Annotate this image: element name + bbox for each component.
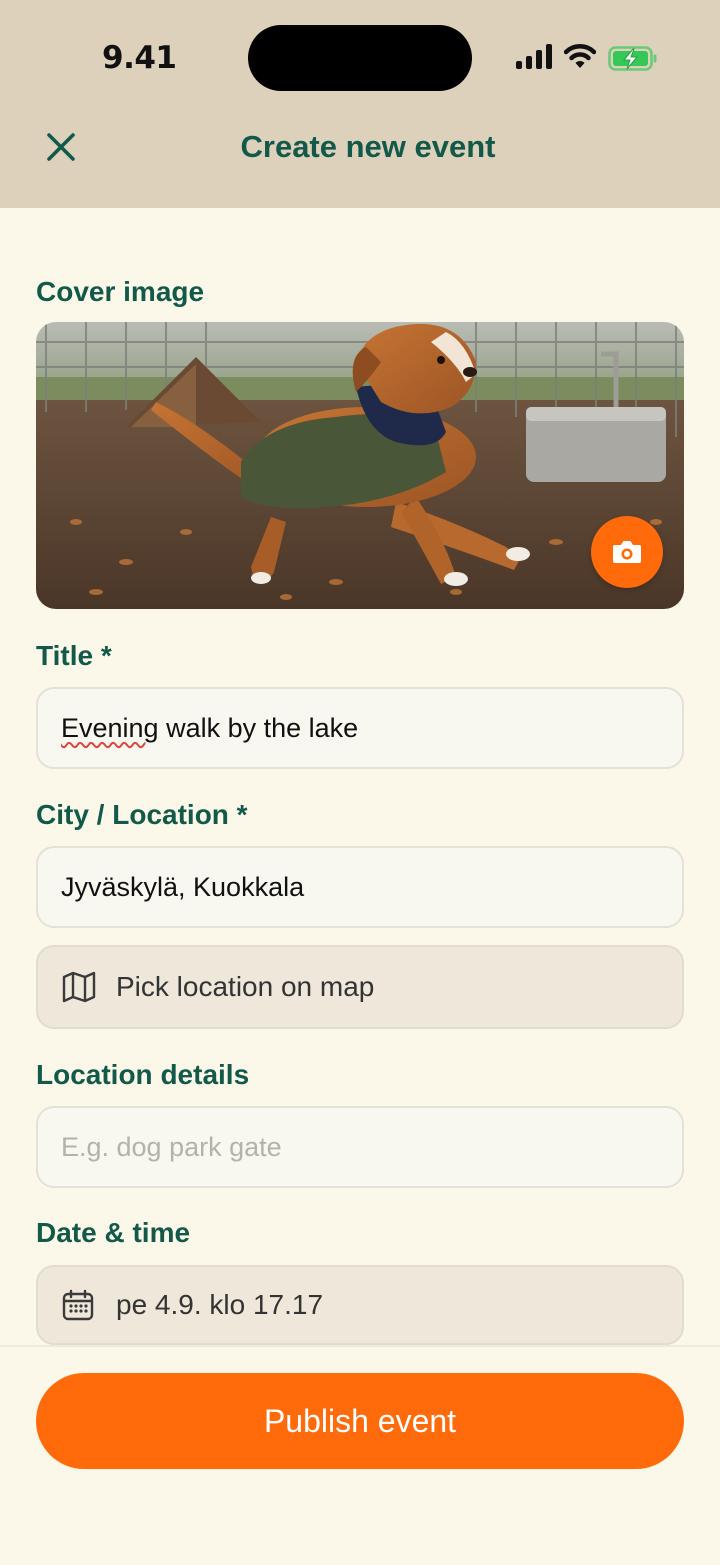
dynamic-island (248, 25, 472, 91)
close-icon (47, 133, 75, 161)
pick-location-label: Pick location on map (116, 971, 375, 1002)
publish-event-button[interactable]: Publish event (36, 1373, 684, 1469)
title-value: walk by the lake (158, 712, 359, 743)
title-label: Title * (36, 640, 112, 671)
location-value: Jyväskylä, Kuokkala (61, 871, 305, 902)
cover-photo (36, 322, 684, 609)
datetime-picker[interactable]: pe 4.9. klo 17.17 (36, 1265, 684, 1345)
datetime-value: pe 4.9. klo 17.17 (116, 1289, 324, 1320)
wifi-icon (564, 44, 596, 68)
datetime-label: Date & time (36, 1217, 191, 1248)
close-button[interactable] (40, 126, 82, 168)
title-input[interactable]: Evening walk by the lake (36, 687, 684, 769)
cover-image[interactable] (36, 322, 684, 609)
page-title: Create new event (240, 129, 496, 164)
top-header: 9.41 Create new event (0, 0, 720, 208)
camera-icon (613, 541, 641, 563)
signal-icon (516, 44, 552, 69)
status-time: 9.41 (102, 40, 177, 76)
map-icon (62, 970, 96, 1004)
pick-location-button[interactable]: Pick location on map (36, 945, 684, 1029)
location-label: City / Location * (36, 799, 248, 830)
calendar-icon (62, 1288, 96, 1322)
location-details-label: Location details (36, 1059, 250, 1090)
location-details-input[interactable]: E.g. dog park gate (36, 1106, 684, 1188)
change-cover-button[interactable] (591, 516, 663, 588)
cover-image-label: Cover image (36, 276, 205, 307)
location-details-placeholder: E.g. dog park gate (61, 1131, 282, 1162)
title-value-misspelled: Evening (61, 712, 159, 743)
battery-charging-icon (608, 46, 657, 71)
location-input[interactable]: Jyväskylä, Kuokkala (36, 846, 684, 928)
